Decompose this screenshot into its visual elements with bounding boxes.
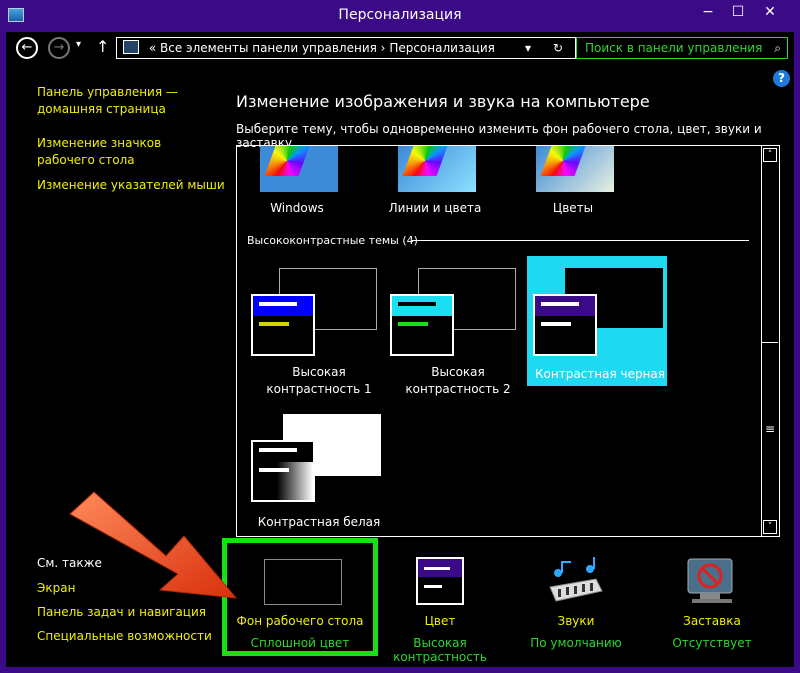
sidebar-link-desktop-icons-2[interactable]: рабочего стола [37,152,135,169]
item-value: По умолчанию [530,636,622,650]
pointer-arrow-icon [69,491,238,599]
theme-lines-colors[interactable]: Линии и цвета [380,146,490,226]
theme-flowers[interactable]: Цветы [518,146,628,226]
sounds-icon [549,557,603,602]
item-value: Отсутствует [672,636,752,650]
preview-titlebar [253,296,313,316]
minimize-button[interactable]: − [694,1,722,23]
theme-preview-front [251,294,315,356]
theme-label: Линии и цвета [388,201,482,215]
control-panel-icon [123,40,139,54]
preview-line [541,322,571,326]
color-item[interactable]: Цвет Высокая контрастность [370,555,510,664]
search-placeholder: Поиск в панели управления [585,41,763,55]
scroll-down-button[interactable]: ˅ [763,520,777,534]
group-title: Высококонтрастные темы (4) [247,234,418,247]
theme-high-contrast-1[interactable]: Высокая контрастность 1 [249,256,389,396]
sidebar-link-desktop-icons[interactable]: Изменение значков [37,135,161,152]
group-divider [412,240,749,241]
sidebar-link-home[interactable]: Панель управления — [37,84,178,101]
theme-contrast-white[interactable]: Контрастная белая [249,414,389,536]
screensaver-item[interactable]: Заставка Отсутствует [642,555,782,655]
sidebar-link-home-2[interactable]: домашняя страница [37,101,166,118]
title-bar: Персонализация − ☐ ✕ [0,0,800,32]
scroll-thumb-top [762,342,778,343]
close-button[interactable]: ✕ [756,1,784,23]
search-icon[interactable]: ⌕ [774,38,781,58]
theme-preview-front [251,440,315,502]
theme-thumbnail [398,146,476,192]
themes-scrollbar[interactable]: ˄ ≡ ˅ [761,146,779,536]
see-also-accessibility[interactable]: Специальные возможности [37,629,212,643]
preview-titlebar [392,296,452,316]
theme-preview-front [390,294,454,356]
item-title: Заставка [683,614,741,628]
window-title: Персонализация [338,7,462,23]
refresh-icon[interactable]: ↻ [553,38,563,58]
address-dropdown-icon[interactable]: ▾ [525,38,531,58]
search-input[interactable]: Поиск в панели управления ⌕ [576,37,788,59]
theme-label: Цветы [552,201,594,215]
help-icon[interactable]: ? [773,70,790,87]
preview-line [398,322,428,326]
preview-line [259,448,297,452]
back-button[interactable]: ← [16,37,38,59]
maximize-button[interactable]: ☐ [724,1,752,23]
forward-button[interactable]: → [48,37,70,59]
themes-panel: Windows Линии и цвета Цветы Высококонтра… [236,145,780,537]
theme-label-line1: Высокая [431,365,485,379]
theme-label: Windows [270,201,324,215]
address-row: ← → ▾ ↑ « Все элементы панели управления… [6,34,794,64]
address-prefix: « [148,41,157,55]
preview-line [541,302,579,306]
breadcrumb-separator: › [380,41,386,55]
address-bar[interactable]: « Все элементы панели управления › Персо… [116,37,576,59]
theme-label-line1: Высокая [292,365,346,379]
color-icon [416,557,464,605]
theme-label-line2: контрастность 2 [405,382,511,396]
theme-label: Контрастная черная [535,367,665,381]
sidebar-link-mouse-pointers[interactable]: Изменение указателей мыши [37,177,225,194]
item-value: Высокая контрастность [393,636,487,664]
preview-line [398,302,436,306]
page-title: Изменение изображения и звука на компьют… [236,92,650,111]
scroll-thumb[interactable]: ≡ [765,422,775,436]
theme-windows[interactable]: Windows [242,146,352,226]
sounds-item[interactable]: Звуки По умолчанию [506,555,646,655]
theme-preview-front [533,294,597,356]
preview-line [259,322,289,326]
up-button[interactable]: ↑ [96,37,109,56]
theme-label: Контрастная белая [257,515,381,529]
theme-thumbnail [260,146,338,192]
theme-label: Высокая контрастность 1 [249,364,389,398]
theme-label-line2: контрастность 1 [266,382,372,396]
theme-label: Высокая контрастность 2 [388,364,528,398]
breadcrumb-all-items[interactable]: Все элементы панели управления [160,41,377,55]
preview-line [259,302,297,306]
screensaver-icon [687,558,733,603]
recent-locations-button[interactable]: ▾ [76,39,81,50]
preview-titlebar [253,442,313,462]
breadcrumb-personalization[interactable]: Персонализация [389,41,495,55]
preview-titlebar [535,296,595,316]
preview-line [259,468,289,472]
theme-high-contrast-2[interactable]: Высокая контрастность 2 [388,256,528,396]
scroll-up-button[interactable]: ˄ [763,148,777,162]
item-title: Звуки [557,614,595,628]
item-title: Цвет [424,614,456,628]
theme-contrast-black[interactable]: Контрастная черная [527,256,667,386]
theme-thumbnail [536,146,614,192]
